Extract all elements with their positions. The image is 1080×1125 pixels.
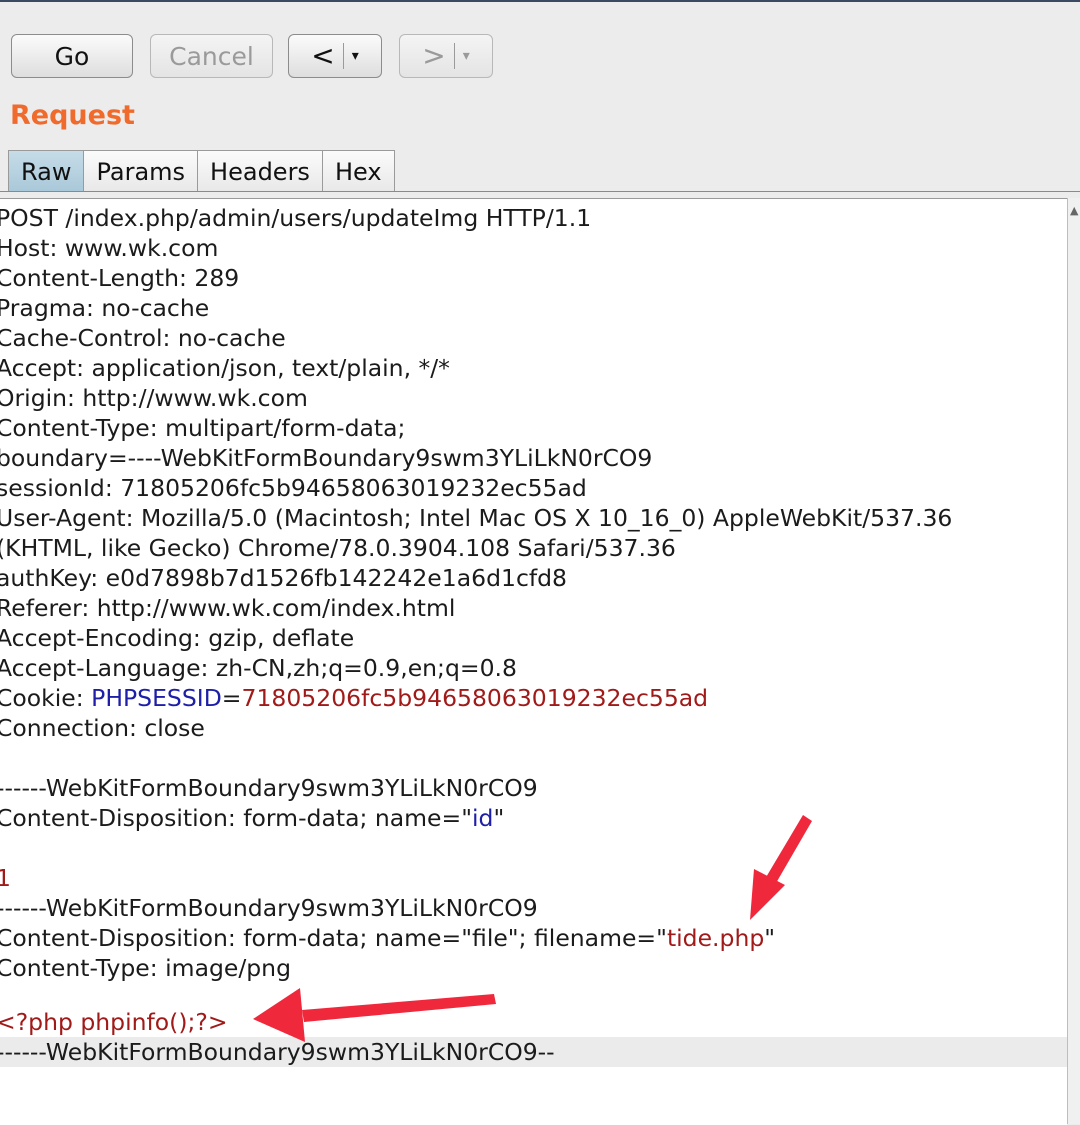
annotation-arrows xyxy=(253,815,812,1042)
filename-annotation-arrow-icon xyxy=(750,815,812,920)
payload-annotation-arrow-icon xyxy=(253,988,496,1042)
